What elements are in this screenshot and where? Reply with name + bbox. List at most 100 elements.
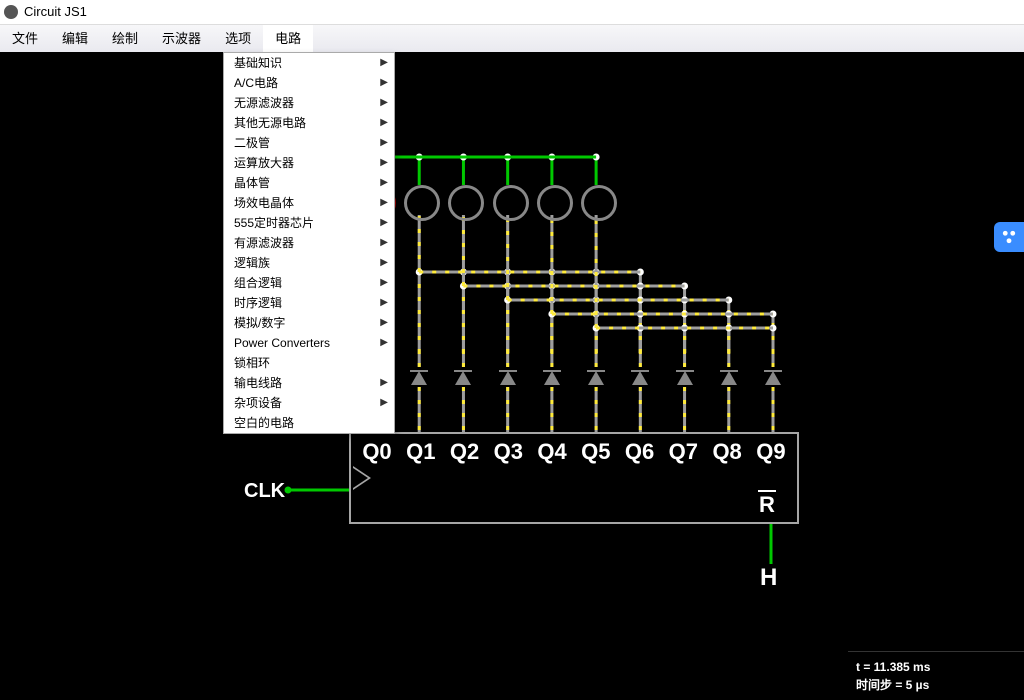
dropdown-item[interactable]: 其他无源电路 ▶ (224, 113, 394, 133)
chip-pin-label: Q3 (488, 439, 528, 465)
dropdown-item-label: 逻辑族 (234, 256, 270, 270)
submenu-arrow-icon: ▶ (380, 373, 388, 393)
dropdown-item-label: 无源滤波器 (234, 96, 294, 110)
dropdown-item[interactable]: 逻辑族 ▶ (224, 253, 394, 273)
dropdown-item-label: 晶体管 (234, 176, 270, 190)
dropdown-item[interactable]: Power Converters ▶ (224, 333, 394, 353)
dropdown-item[interactable]: 时序逻辑 ▶ (224, 293, 394, 313)
diode[interactable] (586, 367, 606, 387)
dropdown-item[interactable]: 无源滤波器 ▶ (224, 93, 394, 113)
status-time: t = 11.385 ms (856, 658, 1016, 676)
dropdown-item-label: 二极管 (234, 136, 270, 150)
reset-label-text: R (759, 492, 775, 517)
submenu-arrow-icon: ▶ (380, 133, 388, 153)
menu-scope[interactable]: 示波器 (150, 25, 213, 53)
chip-pin-label: Q5 (576, 439, 616, 465)
menu-circuits[interactable]: 电路 (263, 25, 313, 53)
menu-edit[interactable]: 编辑 (50, 25, 100, 53)
dropdown-item-label: 时序逻辑 (234, 296, 282, 310)
decade-counter-chip[interactable]: Q0Q1Q2Q3Q4Q5Q6Q7Q8Q9 R (349, 432, 799, 524)
dropdown-item-label: 基础知识 (234, 56, 282, 70)
circuits-dropdown[interactable]: 基础知识▶A/C电路▶无源滤波器▶其他无源电路▶二极管▶运算放大器▶晶体管▶场效… (223, 52, 395, 434)
dropdown-item-label: 组合逻辑 (234, 276, 282, 290)
diode[interactable] (542, 367, 562, 387)
menu-draw[interactable]: 绘制 (100, 25, 150, 53)
clk-label: CLK (244, 480, 285, 503)
submenu-arrow-icon: ▶ (380, 113, 388, 133)
bulb[interactable] (537, 185, 573, 221)
dropdown-item[interactable]: 二极管 ▶ (224, 133, 394, 153)
diode[interactable] (763, 367, 783, 387)
high-label: H (760, 564, 777, 592)
dropdown-item-label: 场效电晶体 (234, 196, 294, 210)
dropdown-item-label: 输电线路 (234, 376, 282, 390)
dropdown-item-label: 锁相环 (234, 356, 270, 370)
simulation-canvas[interactable]: Q0Q1Q2Q3Q4Q5Q6Q7Q8Q9 R CLK H t = 11.385 … (0, 52, 1024, 700)
chip-pin-label: Q0 (357, 439, 397, 465)
dropdown-item-label: 空白的电路 (234, 416, 294, 430)
submenu-arrow-icon: ▶ (380, 293, 388, 313)
dropdown-item[interactable]: 场效电晶体 ▶ (224, 193, 394, 213)
submenu-arrow-icon: ▶ (380, 173, 388, 193)
diode[interactable] (498, 367, 518, 387)
submenu-arrow-icon: ▶ (380, 153, 388, 173)
title-bar: Circuit JS1 (0, 0, 1024, 25)
dropdown-item-label: 555定时器芯片 (234, 216, 314, 230)
dropdown-item[interactable]: 锁相环 (224, 353, 394, 373)
app-title: Circuit JS1 (24, 0, 87, 24)
dropdown-item-label: A/C电路 (234, 76, 278, 90)
side-widget-button[interactable] (994, 222, 1024, 252)
chip-pin-label: Q8 (707, 439, 747, 465)
cluster-icon (1000, 228, 1018, 246)
submenu-arrow-icon: ▶ (380, 253, 388, 273)
chip-pin-label: Q2 (445, 439, 485, 465)
dropdown-item[interactable]: 晶体管 ▶ (224, 173, 394, 193)
dropdown-item-label: 杂项设备 (234, 396, 282, 410)
dropdown-item[interactable]: 555定时器芯片 ▶ (224, 213, 394, 233)
dropdown-item-label: 模拟/数字 (234, 316, 285, 330)
menu-options[interactable]: 选项 (213, 25, 263, 53)
dropdown-item[interactable]: 组合逻辑 ▶ (224, 273, 394, 293)
dropdown-item[interactable]: 有源滤波器 ▶ (224, 233, 394, 253)
chip-pin-label: Q4 (532, 439, 572, 465)
dropdown-item[interactable]: 基础知识 ▶ (224, 53, 394, 73)
submenu-arrow-icon: ▶ (380, 53, 388, 73)
diode[interactable] (409, 367, 429, 387)
app-icon (4, 5, 18, 19)
clock-input-marker (353, 466, 371, 490)
diode[interactable] (630, 367, 650, 387)
dropdown-item-label: 有源滤波器 (234, 236, 294, 250)
dropdown-item[interactable]: 杂项设备 ▶ (224, 393, 394, 413)
submenu-arrow-icon: ▶ (380, 233, 388, 253)
submenu-arrow-icon: ▶ (380, 393, 388, 413)
menu-bar: 文件 编辑 绘制 示波器 选项 电路 (0, 25, 1024, 54)
bulb[interactable] (493, 185, 529, 221)
dropdown-item-label: Power Converters (234, 336, 330, 350)
submenu-arrow-icon: ▶ (380, 273, 388, 293)
bulb[interactable] (581, 185, 617, 221)
dropdown-item[interactable]: 输电线路 ▶ (224, 373, 394, 393)
status-step: 时间步 = 5 µs (856, 676, 1016, 694)
diode[interactable] (453, 367, 473, 387)
submenu-arrow-icon: ▶ (380, 333, 388, 353)
submenu-arrow-icon: ▶ (380, 93, 388, 113)
submenu-arrow-icon: ▶ (380, 213, 388, 233)
dropdown-item[interactable]: 运算放大器 ▶ (224, 153, 394, 173)
submenu-arrow-icon: ▶ (380, 193, 388, 213)
menu-file[interactable]: 文件 (0, 25, 50, 53)
dropdown-item[interactable]: A/C电路 ▶ (224, 73, 394, 93)
submenu-arrow-icon: ▶ (380, 73, 388, 93)
chip-pin-label: Q6 (620, 439, 660, 465)
dropdown-item[interactable]: 模拟/数字 ▶ (224, 313, 394, 333)
diode[interactable] (719, 367, 739, 387)
chip-pin-label: Q7 (663, 439, 703, 465)
sim-status: t = 11.385 ms 时间步 = 5 µs (848, 651, 1024, 700)
bulb[interactable] (404, 185, 440, 221)
submenu-arrow-icon: ▶ (380, 313, 388, 333)
dropdown-item-label: 运算放大器 (234, 156, 294, 170)
dropdown-item-label: 其他无源电路 (234, 116, 306, 130)
diode[interactable] (675, 367, 695, 387)
reset-pin-label: R (747, 490, 787, 518)
chip-pin-label: Q1 (401, 439, 441, 465)
dropdown-item[interactable]: 空白的电路 (224, 413, 394, 433)
